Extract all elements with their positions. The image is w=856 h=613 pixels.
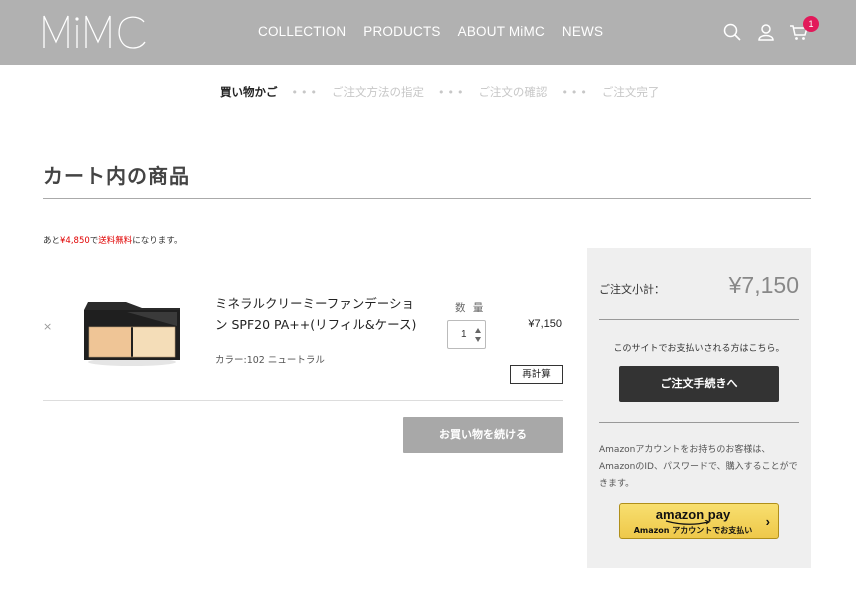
step-payment-method: ご注文方法の指定 [331,85,424,99]
step-cart: 買い物かご [220,85,278,99]
quantity-stepper[interactable]: 1 [447,320,486,349]
nav-news[interactable]: NEWS [562,24,603,39]
product-color: カラー:102 ニュートラル [215,355,325,366]
subtotal-label: ご注文小計： [599,283,665,296]
user-icon[interactable] [756,22,776,42]
free-shipping-amount: ¥4,850 [60,236,90,246]
free-shipping-middle: で [89,236,99,246]
nav-products[interactable]: PRODUCTS [363,24,440,39]
step-complete: ご注文完了 [601,85,660,99]
amazon-pay-sublabel: Amazon アカウントでお支払い [633,526,753,535]
logo-graphic [43,15,146,49]
amazon-pay-note: Amazonアカウントをお持ちのお客様は、AmazonのID、パスワードで、購入… [599,445,798,489]
subtotal-value: ¥7,150 [728,272,799,298]
quantity-value: 1 [461,329,467,340]
compact-icon [84,302,180,366]
step-confirm: ご注文の確認 [478,85,548,99]
summary-divider [599,422,799,423]
free-shipping-highlight: 送料無料 [98,236,133,246]
free-shipping-notice: あと¥4,850で送料無料になります。 [43,234,182,246]
free-shipping-suffix: になります。 [132,236,183,246]
nav-about[interactable]: ABOUT MiMC [458,24,545,39]
page-title: カート内の商品 [43,164,190,188]
search-icon[interactable] [722,22,742,42]
step-separator: ••• [291,85,320,99]
remove-item-button[interactable]: × [43,320,52,333]
step-separator: ••• [561,85,590,99]
item-divider [43,400,563,401]
product-name[interactable]: ミネラルクリーミーファンデーション SPF20 PA++(リフィル&ケース) [215,293,425,335]
site-header: COLLECTION PRODUCTS ABOUT MiMC NEWS 1 [0,0,856,65]
title-divider [43,198,811,199]
summary-divider [599,319,799,320]
amazon-pay-button[interactable]: amazon pay Amazon アカウントでお支払い › [619,503,779,539]
main-nav: COLLECTION PRODUCTS ABOUT MiMC NEWS [258,24,603,39]
quantity-label: 数 量 [455,302,486,314]
checkout-button[interactable]: ご注文手続きへ [619,366,779,402]
continue-shopping-button[interactable]: お買い物を続ける [403,417,563,453]
order-summary-panel: ご注文小計： ¥7,150 このサイトでお支払いされる方はこちら。 ご注文手続き… [587,248,811,568]
payment-note: このサイトでお支払いされる方はこちら。 [613,344,785,354]
nav-collection[interactable]: COLLECTION [258,24,346,39]
cart-count-badge: 1 [803,16,819,32]
product-image[interactable] [82,300,182,368]
free-shipping-prefix: あと [43,236,61,246]
item-price: ¥7,150 [528,318,562,330]
recalculate-button[interactable]: 再計算 [510,365,563,384]
step-separator: ••• [437,85,467,99]
checkout-steps: 買い物かご ••• ご注文方法の指定 ••• ご注文の確認 ••• ご注文完了 [220,84,659,100]
chevron-right-icon: › [765,514,770,529]
mimc-logo[interactable] [42,12,148,50]
stepper-arrows-icon[interactable] [474,326,482,344]
